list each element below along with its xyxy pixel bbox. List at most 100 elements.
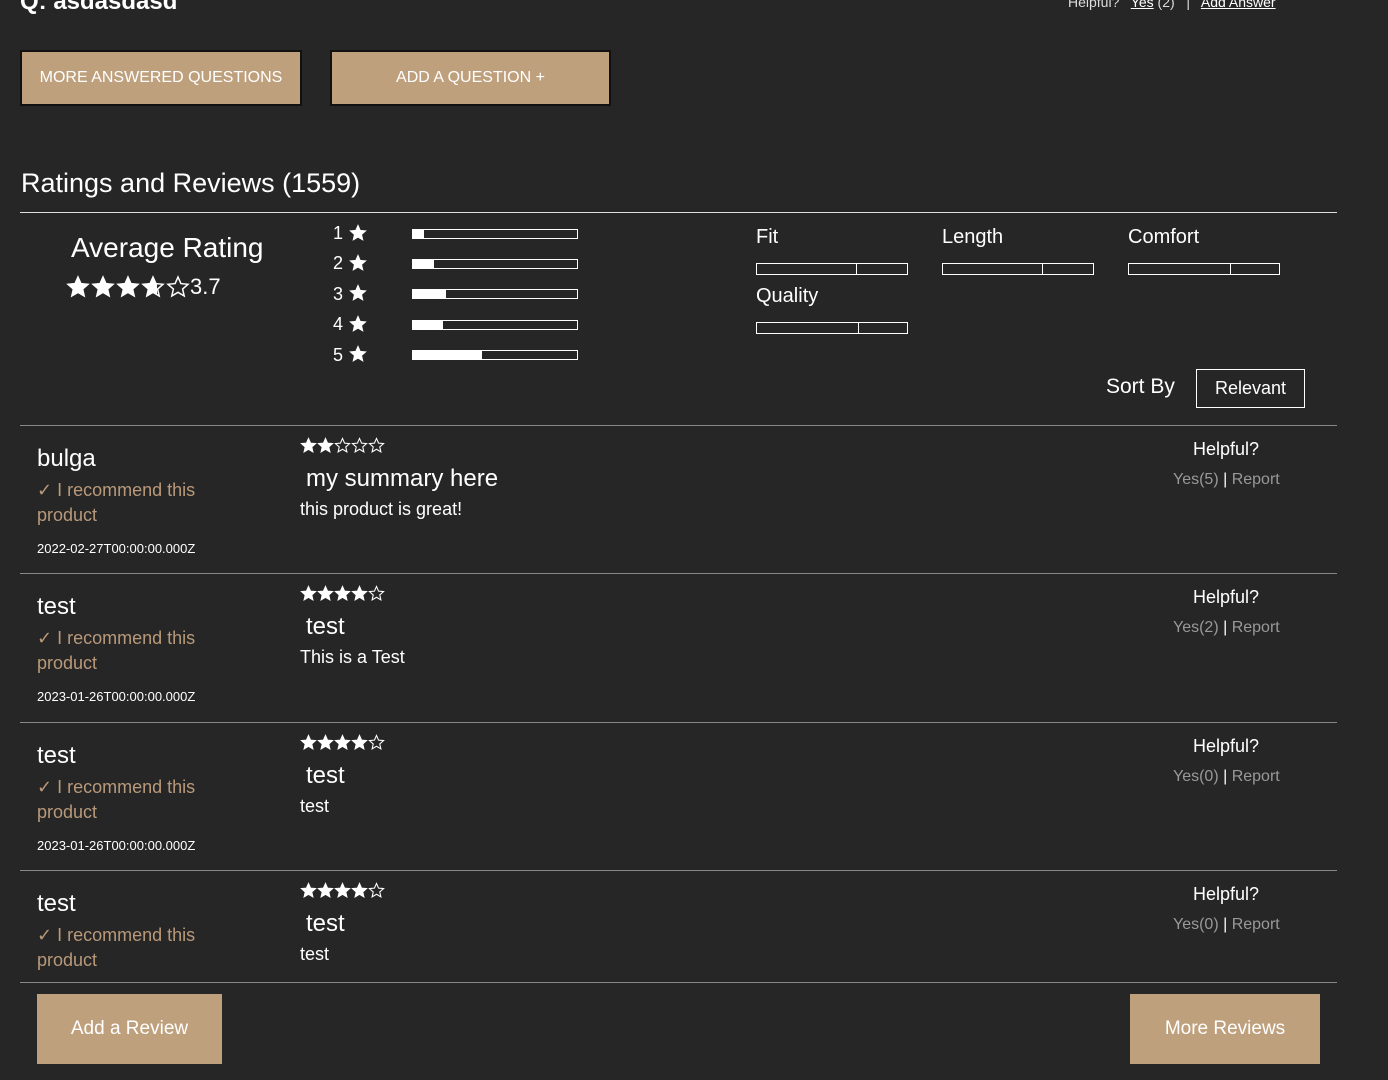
star-icon bbox=[334, 882, 351, 904]
review-yes-link[interactable]: Yes(0) bbox=[1173, 916, 1219, 933]
question-helpful: Helpful? Yes (2) | Add Answer bbox=[1068, 0, 1276, 10]
star-icon bbox=[349, 223, 369, 244]
add-question-button[interactable]: ADD A QUESTION + bbox=[330, 50, 611, 106]
characteristic-label: Fit bbox=[756, 226, 779, 248]
rating-breakdown-bar bbox=[412, 228, 578, 239]
rating-breakdown-bar bbox=[412, 319, 578, 330]
sort-by-label: Sort By bbox=[1106, 375, 1175, 398]
characteristic-bar bbox=[756, 322, 908, 334]
review-action-separator: | bbox=[1218, 471, 1232, 488]
question-helpful-label: Helpful? bbox=[1068, 0, 1120, 10]
review-report-link[interactable]: Report bbox=[1232, 916, 1280, 933]
review-body: test bbox=[300, 796, 330, 816]
review-stars bbox=[300, 882, 385, 904]
review-report-link[interactable]: Report bbox=[1232, 619, 1280, 636]
star-icon bbox=[334, 585, 351, 607]
characteristic-label: Comfort bbox=[1128, 226, 1200, 248]
more-answered-questions-button[interactable]: MORE ANSWERED QUESTIONS bbox=[20, 50, 302, 106]
rating-breakdown-row[interactable]: 3 bbox=[333, 283, 578, 305]
rating-breakdown-row[interactable]: 1 bbox=[333, 223, 578, 244]
star-icon bbox=[317, 437, 334, 459]
rating-breakdown-fill bbox=[413, 259, 435, 268]
star-icon bbox=[351, 882, 368, 904]
rating-breakdown-label: 5 bbox=[333, 344, 344, 365]
rating-breakdown-label: 3 bbox=[333, 283, 344, 304]
star-icon bbox=[66, 275, 90, 304]
add-answer-link[interactable]: Add Answer bbox=[1201, 0, 1276, 10]
star-icon bbox=[368, 437, 385, 459]
rating-breakdown-row[interactable]: 2 bbox=[333, 253, 578, 274]
star-icon bbox=[368, 882, 385, 904]
characteristic-marker bbox=[1229, 264, 1231, 274]
star-icon bbox=[368, 734, 385, 756]
star-icon bbox=[351, 734, 368, 756]
star-icon bbox=[349, 345, 369, 365]
star-icon bbox=[349, 253, 369, 274]
review-recommend: ✓ I recommend this product bbox=[37, 777, 196, 822]
review-date: 2023-01-26T00:00:00.000Z bbox=[37, 838, 196, 853]
review-summary: test bbox=[306, 762, 345, 789]
review-helpful-actions: Yes(5) | Report bbox=[1173, 471, 1280, 489]
rating-breakdown-bar bbox=[412, 289, 578, 300]
characteristic-bar bbox=[1128, 263, 1280, 275]
review-summary: my summary here bbox=[306, 465, 499, 492]
rating-breakdown-label: 4 bbox=[333, 314, 344, 335]
characteristic-label: Length bbox=[942, 226, 1004, 248]
review-summary: test bbox=[306, 613, 345, 640]
rating-breakdown-fill bbox=[413, 351, 482, 360]
characteristic-label: Quality bbox=[756, 285, 819, 307]
review-recommend: ✓ I recommend this product bbox=[37, 480, 196, 525]
review-action-separator: | bbox=[1218, 619, 1232, 636]
review-date: 2022-02-27T00:00:00.000Z bbox=[37, 541, 196, 556]
star-icon bbox=[116, 275, 140, 304]
review-yes-link[interactable]: Yes(0) bbox=[1173, 768, 1219, 785]
review-yes-link[interactable]: Yes(5) bbox=[1173, 471, 1219, 488]
sort-select[interactable]: Relevant bbox=[1196, 369, 1305, 408]
review-username: test bbox=[37, 593, 76, 620]
rating-breakdown-fill bbox=[413, 229, 425, 238]
rating-breakdown-label: 1 bbox=[333, 223, 344, 243]
review-item: bulga ✓ I recommend this product 2022-02-2… bbox=[20, 425, 1337, 574]
more-reviews-button[interactable]: More Reviews bbox=[1130, 994, 1320, 1064]
question-separator: | bbox=[1186, 0, 1190, 10]
review-username: bulga bbox=[37, 445, 96, 472]
star-icon bbox=[300, 734, 317, 756]
review-stars bbox=[300, 437, 385, 459]
star-icon bbox=[351, 585, 368, 607]
review-helpful-actions: Yes(2) | Report bbox=[1173, 619, 1280, 637]
review-yes-link[interactable]: Yes(2) bbox=[1173, 619, 1219, 636]
star-icon bbox=[141, 275, 165, 304]
question-yes-count: (2) bbox=[1157, 0, 1175, 10]
review-helpful-label: Helpful? bbox=[1192, 736, 1260, 756]
rating-breakdown-row[interactable]: 4 bbox=[333, 314, 578, 335]
review-recommend: ✓ I recommend this product bbox=[37, 925, 196, 970]
question-yes-link[interactable]: Yes bbox=[1131, 0, 1154, 10]
review-body: this product is great! bbox=[300, 499, 463, 519]
review-helpful-label: Helpful? bbox=[1192, 884, 1260, 904]
add-review-button[interactable]: Add a Review bbox=[37, 994, 222, 1064]
star-icon bbox=[300, 437, 317, 459]
characteristic-marker bbox=[857, 323, 859, 333]
reviews-bottom-divider bbox=[20, 982, 1337, 983]
star-icon bbox=[351, 437, 368, 459]
star-icon bbox=[349, 284, 369, 304]
review-report-link[interactable]: Report bbox=[1232, 768, 1280, 785]
review-body: This is a Test bbox=[300, 647, 405, 667]
characteristic-marker bbox=[856, 264, 857, 274]
average-rating-value: 3.7 bbox=[190, 274, 221, 299]
question-title: Q: asdasdasd bbox=[20, 0, 178, 15]
review-stars bbox=[300, 585, 385, 607]
review-username: test bbox=[37, 742, 76, 769]
review-summary: test bbox=[306, 910, 345, 937]
review-report-link[interactable]: Report bbox=[1232, 471, 1280, 488]
review-helpful-actions: Yes(0) | Report bbox=[1173, 768, 1280, 786]
review-item: test ✓ I recommend this product test test He… bbox=[20, 870, 1337, 983]
rating-breakdown-row[interactable]: 5 bbox=[333, 344, 578, 366]
star-icon bbox=[91, 275, 115, 304]
review-action-separator: | bbox=[1218, 768, 1232, 785]
rating-breakdown-bar bbox=[412, 258, 578, 269]
star-icon bbox=[334, 437, 351, 459]
star-icon bbox=[300, 882, 317, 904]
rating-breakdown-fill bbox=[413, 290, 446, 299]
review-username: test bbox=[37, 890, 76, 917]
